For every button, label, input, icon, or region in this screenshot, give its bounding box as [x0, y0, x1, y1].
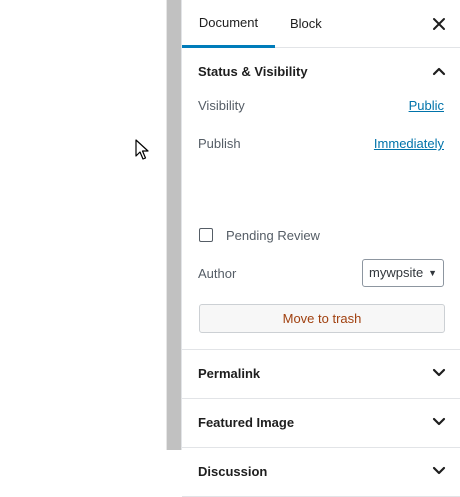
panel-featured-image-toggle[interactable]: Featured Image	[182, 399, 460, 447]
settings-sidebar: Document Block Status & Visibility Visib…	[181, 0, 460, 497]
panel-permalink: Permalink	[182, 350, 460, 399]
panel-status-visibility-toggle[interactable]: Status & Visibility	[182, 48, 460, 96]
chevron-down-icon	[432, 466, 446, 475]
panel-featured-image: Featured Image	[182, 399, 460, 448]
editor-scrollbar[interactable]	[166, 0, 181, 450]
publish-label: Publish	[198, 136, 241, 151]
close-icon[interactable]	[432, 17, 446, 31]
panel-status-visibility: Status & Visibility Visibility Public Pu…	[182, 48, 460, 350]
dropdown-arrow-icon: ▼	[428, 268, 437, 278]
pending-review-checkbox[interactable]	[199, 228, 213, 242]
panel-discussion: Discussion	[182, 448, 460, 497]
pending-review-label[interactable]: Pending Review	[226, 228, 320, 243]
trash-row: Move to trash	[182, 301, 460, 349]
sidebar-tabs: Document Block	[182, 0, 460, 48]
panel-title: Discussion	[198, 464, 268, 479]
editor-canvas[interactable]	[0, 0, 166, 450]
panel-title: Featured Image	[198, 415, 295, 430]
panel-status-visibility-body: Visibility Public Publish Immediately Pe…	[182, 96, 460, 301]
panel-permalink-toggle[interactable]: Permalink	[182, 350, 460, 398]
visibility-link[interactable]: Public	[409, 98, 444, 113]
author-label: Author	[198, 266, 237, 281]
mouse-cursor-icon	[135, 139, 149, 160]
author-select-value: mywpsite	[369, 265, 424, 280]
chevron-up-icon	[432, 67, 446, 76]
panel-discussion-toggle[interactable]: Discussion	[182, 448, 460, 496]
tab-block[interactable]: Block	[290, 0, 322, 48]
panel-title: Permalink	[198, 366, 261, 381]
panel-title: Status & Visibility	[198, 64, 308, 79]
chevron-down-icon	[432, 417, 446, 426]
author-select[interactable]: mywpsite ▼	[362, 259, 444, 287]
move-to-trash-button[interactable]: Move to trash	[199, 304, 445, 333]
visibility-label: Visibility	[198, 98, 245, 113]
publish-link[interactable]: Immediately	[374, 136, 444, 151]
tab-document[interactable]: Document	[182, 0, 275, 48]
chevron-down-icon	[432, 368, 446, 377]
